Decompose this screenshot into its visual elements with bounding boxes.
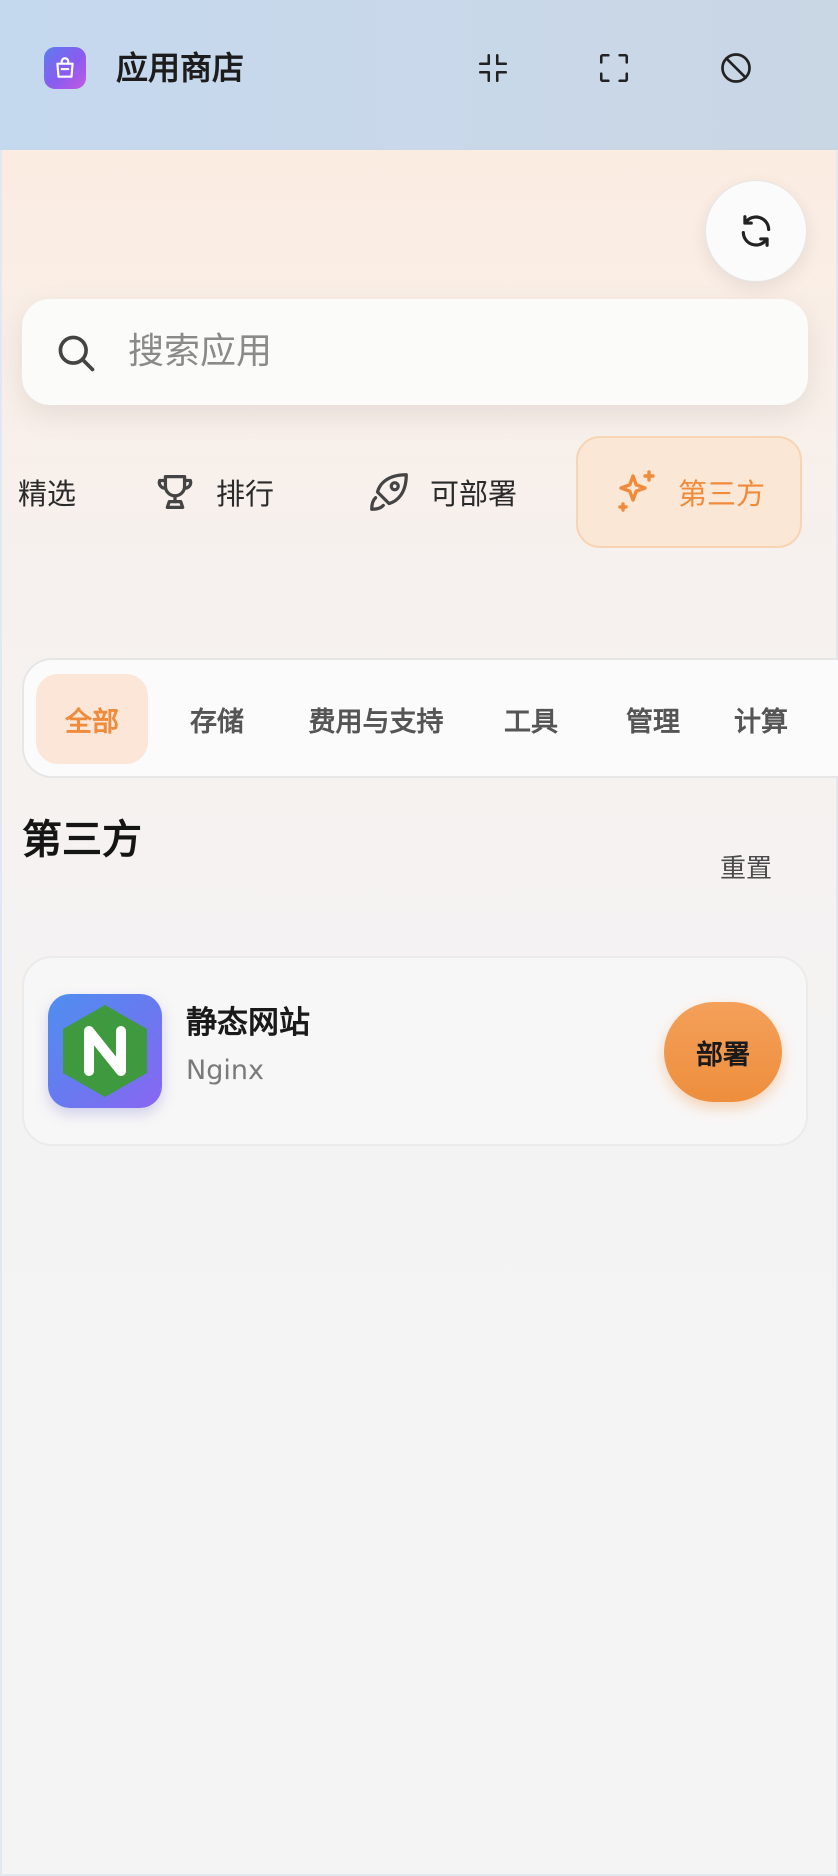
app-name: 静态网站 bbox=[186, 1005, 310, 1041]
app-title: 应用商店 bbox=[116, 49, 245, 87]
deploy-button[interactable]: 部署 bbox=[664, 1002, 782, 1102]
search-input[interactable]: 搜索应用 bbox=[128, 327, 272, 377]
collapse-icon bbox=[478, 53, 508, 83]
category-bar: 全部 存储 费用与支持 工具 管理 计算 bbox=[22, 658, 838, 778]
app-card[interactable]: 静态网站 Nginx 部署 bbox=[22, 956, 808, 1146]
fullscreen-button[interactable] bbox=[592, 46, 636, 90]
nav-tab-ranking[interactable]: 排行 bbox=[150, 436, 274, 548]
collapse-button[interactable] bbox=[471, 46, 515, 90]
nav-tab-label: 排行 bbox=[216, 477, 275, 511]
trophy-icon bbox=[150, 467, 200, 517]
category-chip-management[interactable]: 管理 bbox=[610, 674, 696, 764]
nav-tab-deployable[interactable]: 可部署 bbox=[364, 436, 517, 548]
block-button[interactable] bbox=[714, 46, 758, 90]
section-title: 第三方 bbox=[22, 817, 142, 863]
nav-tab-featured[interactable]: 精选 bbox=[18, 436, 76, 548]
category-chip-all[interactable]: 全部 bbox=[36, 674, 148, 764]
refresh-button[interactable] bbox=[705, 180, 807, 282]
nav-tab-third-party[interactable]: 第三方 bbox=[576, 436, 802, 548]
search-bar[interactable]: 搜索应用 bbox=[22, 299, 808, 405]
category-chip-tools[interactable]: 工具 bbox=[488, 674, 574, 764]
refresh-icon bbox=[741, 215, 771, 247]
app-subtitle: Nginx bbox=[186, 1055, 264, 1086]
nav-tab-label: 第三方 bbox=[678, 477, 766, 511]
rocket-icon bbox=[364, 467, 414, 517]
sparkle-icon bbox=[612, 467, 662, 517]
fullscreen-icon bbox=[599, 53, 629, 83]
shopping-bag-icon bbox=[44, 47, 86, 89]
search-icon bbox=[58, 335, 95, 372]
title-bar: 应用商店 bbox=[0, 0, 838, 150]
nav-tab-label: 精选 bbox=[18, 477, 77, 511]
nav-tab-label: 可部署 bbox=[430, 477, 518, 511]
nginx-logo-icon bbox=[48, 994, 162, 1108]
block-icon bbox=[721, 53, 751, 83]
category-chip-compute[interactable]: 计算 bbox=[734, 674, 820, 764]
category-chip-billing[interactable]: 费用与支持 bbox=[300, 674, 452, 764]
reset-button[interactable]: 重置 bbox=[720, 850, 772, 888]
category-chip-storage[interactable]: 存储 bbox=[174, 674, 260, 764]
